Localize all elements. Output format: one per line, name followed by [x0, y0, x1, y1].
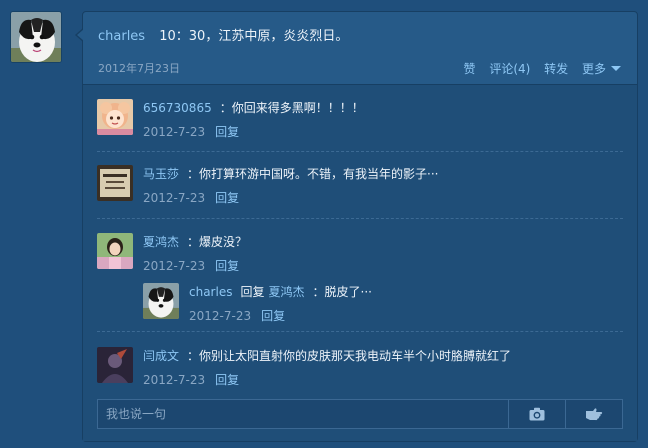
comment-line: 马玉莎 ：你打算环游中国呀。不错，有我当年的影子···: [143, 165, 438, 182]
commenter-name[interactable]: 656730865: [143, 101, 212, 115]
comment-meta: 2012-7-23 回复: [143, 189, 239, 206]
comment-meta: 2012-7-23 回复: [143, 371, 239, 388]
pointing-hand-icon: [586, 408, 603, 421]
comment-divider: [97, 151, 623, 152]
comment-text: ：你回来得多黑啊！！！！: [219, 101, 364, 115]
comment-text: ：你打算环游中国呀。不错，有我当年的影子···: [187, 167, 439, 181]
commenter-name[interactable]: 夏鸿杰: [143, 235, 179, 249]
reply-link[interactable]: 回复: [215, 259, 239, 273]
girl-photo-avatar-icon: [97, 233, 133, 269]
post-text: 10：30，江苏中原，炎炎烈日。: [159, 29, 349, 44]
dark-figure-avatar-icon: [97, 347, 133, 383]
comment-line: 夏鸿杰 ：爆皮没？: [143, 233, 247, 250]
comment-date: 2012-7-23: [143, 259, 206, 273]
comment-meta: 2012-7-23 回复: [143, 123, 239, 140]
reply-link[interactable]: 回复: [215, 125, 239, 139]
author-avatar[interactable]: [10, 11, 62, 63]
comment-text: ：你别让太阳直射你的皮肤那天我电动车半个小时胳膊就红了: [187, 349, 512, 363]
comment-input[interactable]: [98, 400, 508, 428]
comment-date: 2012-7-23: [189, 309, 252, 323]
calligraphy-avatar-icon: [97, 165, 133, 201]
submit-button[interactable]: [565, 400, 622, 428]
post-header: charles 10：30，江苏中原，炎炎烈日。: [98, 25, 348, 44]
comment-text: ：脱皮了···: [312, 285, 372, 299]
comment-date: 2012-7-23: [143, 373, 206, 387]
comments-section: 656730865 ：你回来得多黑啊！！！！ 2012-7-23 回复 马玉莎 ：你打…: [83, 84, 637, 441]
comment-meta: 2012-7-23 回复: [143, 257, 239, 274]
reply-word: 回复: [240, 285, 265, 299]
cartoon-girl-avatar-icon: [97, 99, 133, 135]
repost-button[interactable]: 转发: [544, 62, 568, 76]
comment-date: 2012-7-23: [143, 125, 206, 139]
commenter-avatar[interactable]: [97, 99, 133, 135]
commenter-name[interactable]: 马玉莎: [143, 167, 179, 181]
commenter-name[interactable]: 闫成文: [143, 349, 179, 363]
comment-button[interactable]: 评论(4): [489, 62, 530, 76]
post-actions: 赞 评论(4) 转发 更多: [453, 60, 621, 77]
post-date[interactable]: 2012年7月23日: [98, 60, 180, 76]
comment-date: 2012-7-23: [143, 191, 206, 205]
puppy-avatar-icon: [143, 283, 179, 319]
reply-link[interactable]: 回复: [215, 373, 239, 387]
commenter-avatar[interactable]: [97, 347, 133, 383]
commenter-name[interactable]: charles: [189, 285, 232, 299]
comment-text: ：爆皮没？: [187, 235, 248, 249]
more-button[interactable]: 更多: [582, 62, 621, 76]
photo-button[interactable]: [508, 400, 565, 428]
comment-meta: 2012-7-23 回复: [189, 307, 285, 324]
commenter-avatar[interactable]: [97, 165, 133, 201]
post-author[interactable]: charles: [98, 29, 145, 44]
camera-icon: [529, 407, 545, 421]
comment-box: [97, 399, 623, 429]
reply-link[interactable]: 回复: [261, 309, 285, 323]
comment-divider: [97, 218, 623, 219]
post-card: charles 10：30，江苏中原，炎炎烈日。 2012年7月23日 赞 评论…: [75, 11, 638, 442]
reply-link[interactable]: 回复: [215, 191, 239, 205]
more-label: 更多: [581, 62, 606, 76]
comment-divider: [97, 331, 623, 332]
commenter-avatar[interactable]: [97, 233, 133, 269]
commenter-avatar[interactable]: [143, 283, 179, 319]
reply-target-name[interactable]: 夏鸿杰: [268, 285, 304, 299]
puppy-avatar-icon: [11, 12, 61, 62]
like-button[interactable]: 赞: [463, 62, 475, 76]
comment-line: 656730865 ：你回来得多黑啊！！！！: [143, 99, 364, 116]
comment-line: 闫成文 ：你别让太阳直射你的皮肤那天我电动车半个小时胳膊就红了: [143, 347, 511, 364]
comment-line: charles 回复 夏鸿杰 ：脱皮了···: [189, 283, 372, 300]
chevron-down-icon: [611, 66, 621, 71]
